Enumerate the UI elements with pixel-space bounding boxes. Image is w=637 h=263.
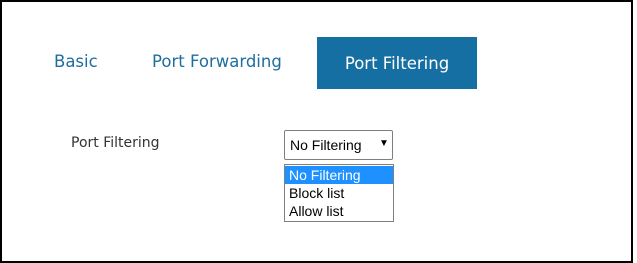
select-current-value: No Filtering	[290, 137, 362, 153]
option-no-filtering[interactable]: No Filtering	[285, 166, 393, 184]
tab-port-forwarding[interactable]: Port Forwarding	[152, 52, 282, 71]
option-block-list[interactable]: Block list	[285, 184, 393, 202]
option-allow-list[interactable]: Allow list	[285, 202, 393, 220]
port-filtering-dropdown-list: No Filtering Block list Allow list	[284, 164, 394, 222]
port-filtering-label: Port Filtering	[71, 135, 160, 151]
port-filtering-select[interactable]: No Filtering ▼	[284, 130, 393, 160]
tab-port-filtering[interactable]: Port Filtering	[317, 37, 477, 89]
tab-basic[interactable]: Basic	[54, 52, 98, 71]
tab-port-filtering-label: Port Filtering	[344, 53, 450, 73]
caret-down-icon: ▼	[379, 138, 389, 149]
router-settings-panel: Basic Port Forwarding Port Filtering Por…	[0, 0, 633, 263]
